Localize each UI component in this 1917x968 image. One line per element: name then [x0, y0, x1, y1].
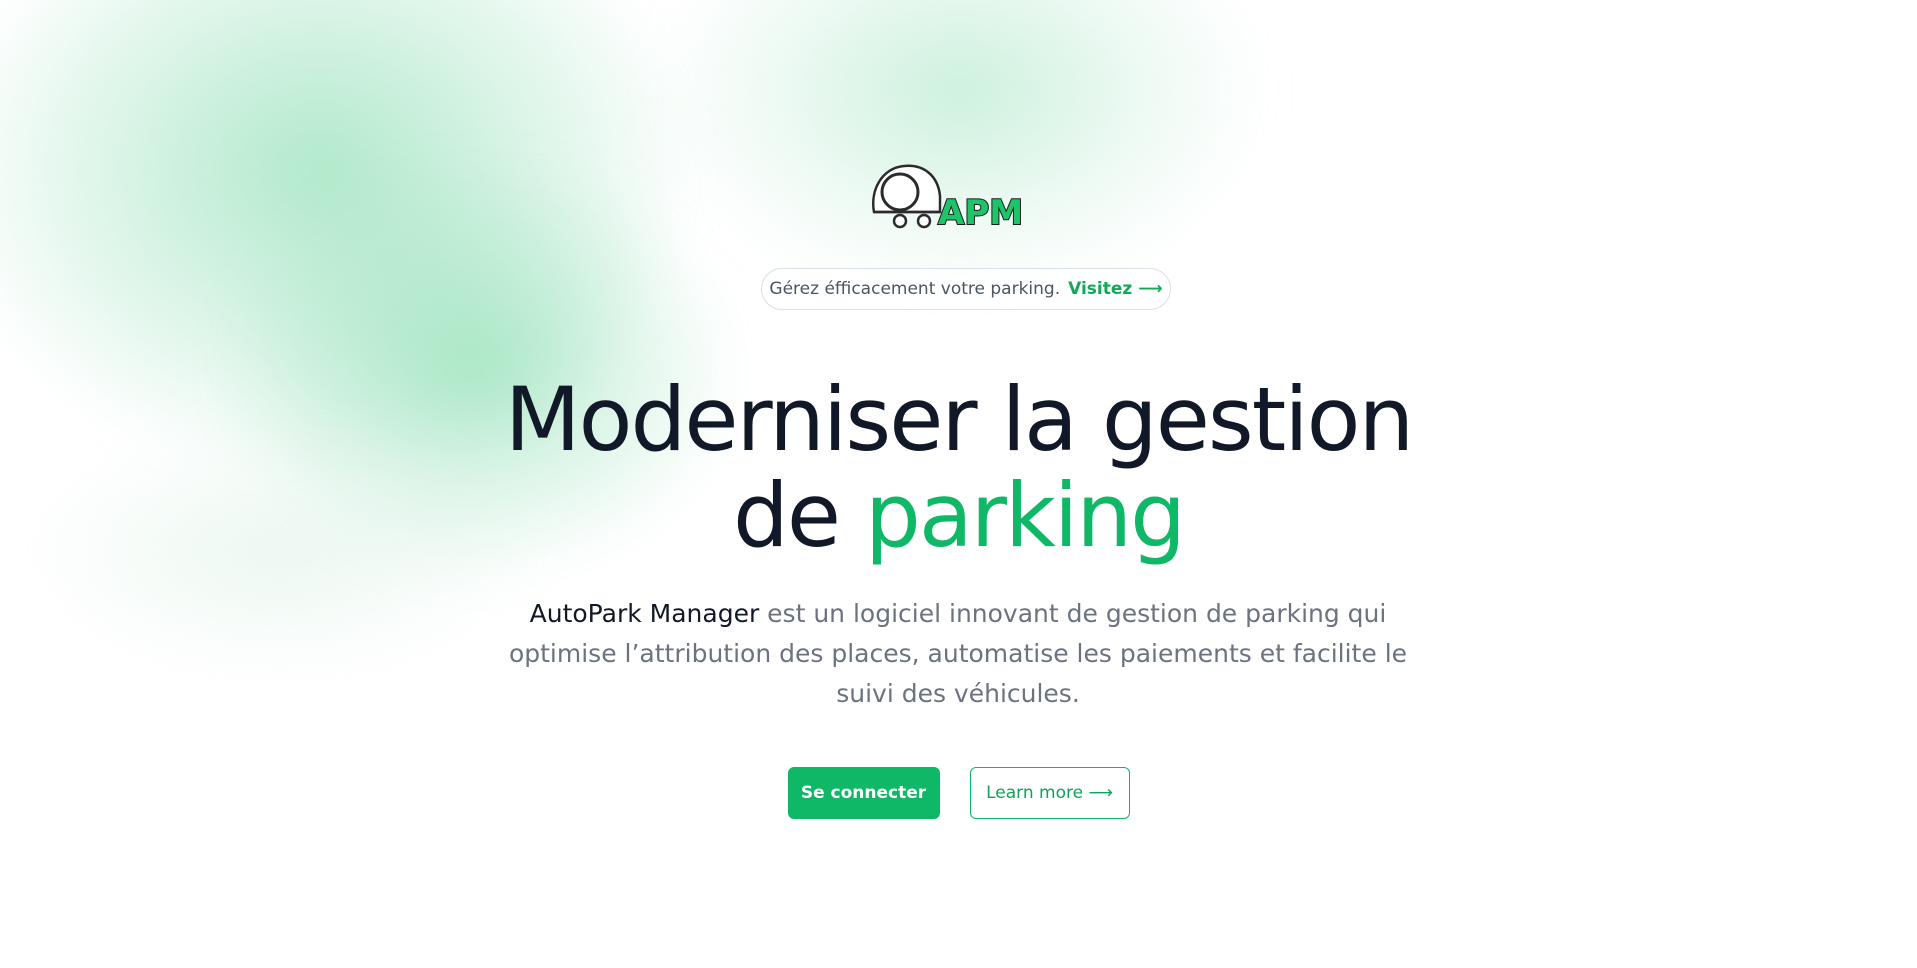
background-glow-top-center [650, 0, 1270, 300]
page-title: Moderniser la gestion de parking [0, 372, 1917, 564]
visit-link[interactable]: Visitez ⟶ [1068, 279, 1162, 299]
car-icon [872, 164, 942, 229]
learn-more-button[interactable]: Learn more ⟶ [969, 767, 1130, 819]
announcement-pill: Gérez éfficacement votre parking. Visite… [761, 268, 1171, 310]
title-line-2-prefix: de [733, 464, 841, 567]
login-button[interactable]: Se connecter [787, 767, 940, 819]
description-brand-name: AutoPark Manager [529, 599, 760, 628]
apm-logo: APM [872, 164, 1024, 234]
hero-description: AutoPark Manager est un logiciel innovan… [508, 594, 1408, 714]
logo-wordmark: APM [938, 193, 1023, 233]
title-line-1: Moderniser la gestion [504, 368, 1415, 471]
announcement-text: Gérez éfficacement votre parking. [769, 279, 1061, 299]
title-accent-word: parking [864, 464, 1186, 567]
hero-actions: Se connecter Learn more ⟶ [0, 767, 1917, 819]
